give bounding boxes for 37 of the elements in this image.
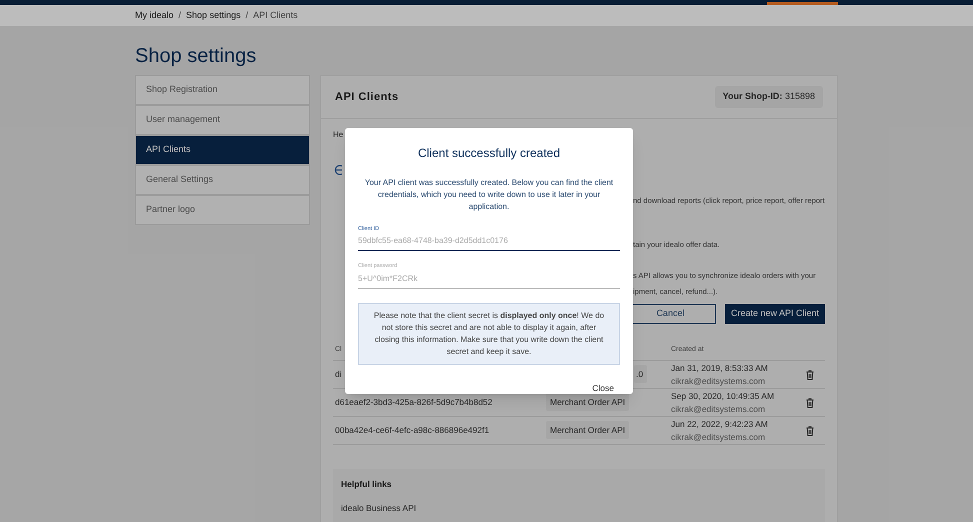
sidebar-item[interactable]: User management — [135, 105, 310, 135]
create-client-button[interactable]: Create new API Client — [724, 304, 825, 324]
api-type-tag: .0 — [634, 365, 648, 384]
breadcrumb-separator: / — [178, 8, 182, 22]
page-title: Shop settings — [135, 44, 258, 68]
shop-id-badge: Your Shop-ID: 315898 — [714, 86, 823, 108]
warning-note: Please note that the client secret is displayed only once! We do not store this secret and are not able to display it again, after closing this information. Make sure that you write down the client secret and keep it save. — [358, 302, 620, 364]
sidebar-item[interactable]: General Settings — [135, 165, 310, 195]
api-type-tag: Merchant Order API — [546, 421, 630, 440]
table-cell-text: 00ba42e4-ce6f-4efc-a98c-886896e492f1 — [334, 424, 490, 437]
table-cell-text: di — [334, 368, 343, 381]
helpful-links-title: Helpful links — [341, 478, 393, 491]
table-cell-text: Sep 30, 2020, 10:49:35 AM — [671, 390, 776, 402]
helpful-link[interactable]: idealo Business API — [341, 502, 817, 514]
breadcrumb-separator: / — [246, 8, 248, 22]
sidebar-item[interactable]: Partner logo — [135, 195, 310, 225]
table-cell-text: d61eaef2-3bd3-425a-826f-5d9c7b4b8d52 — [334, 396, 494, 409]
api-type-tag: Merchant Order API — [546, 393, 630, 412]
sidebar-item[interactable]: Shop Registration — [135, 75, 310, 105]
table-cell-text: Jun 22, 2022, 9:42:23 AM — [671, 418, 769, 430]
dialog-message: Your API client was successfully created. Below you can find the client credentials, which you need to write down to use it later in your application. — [364, 177, 614, 213]
minus-circle-icon — [333, 165, 342, 175]
dialog-title: Client successfully created — [416, 145, 562, 162]
table-cell-text: cikrak@editsystems.com — [671, 402, 766, 416]
table-cell-text: Jan 31, 2019, 8:53:33 AM — [671, 362, 769, 374]
breadcrumb-link[interactable]: Shop settings — [186, 8, 241, 22]
panel-title: API Clients — [335, 90, 399, 105]
top-bar-highlight — [767, 2, 838, 5]
intro-text: He — [333, 129, 344, 141]
table-cell-text: cikrak@editsystems.com — [671, 430, 766, 444]
trash-icon[interactable] — [806, 370, 814, 380]
sidebar-item[interactable]: API Clients — [135, 135, 310, 165]
trash-icon[interactable] — [806, 426, 814, 436]
breadcrumb-link[interactable]: API Clients — [253, 8, 298, 22]
table-cell-text: cikrak@editsystems.com — [671, 374, 766, 388]
breadcrumb-link[interactable]: My idealo — [135, 8, 174, 22]
trash-icon[interactable] — [806, 398, 814, 408]
